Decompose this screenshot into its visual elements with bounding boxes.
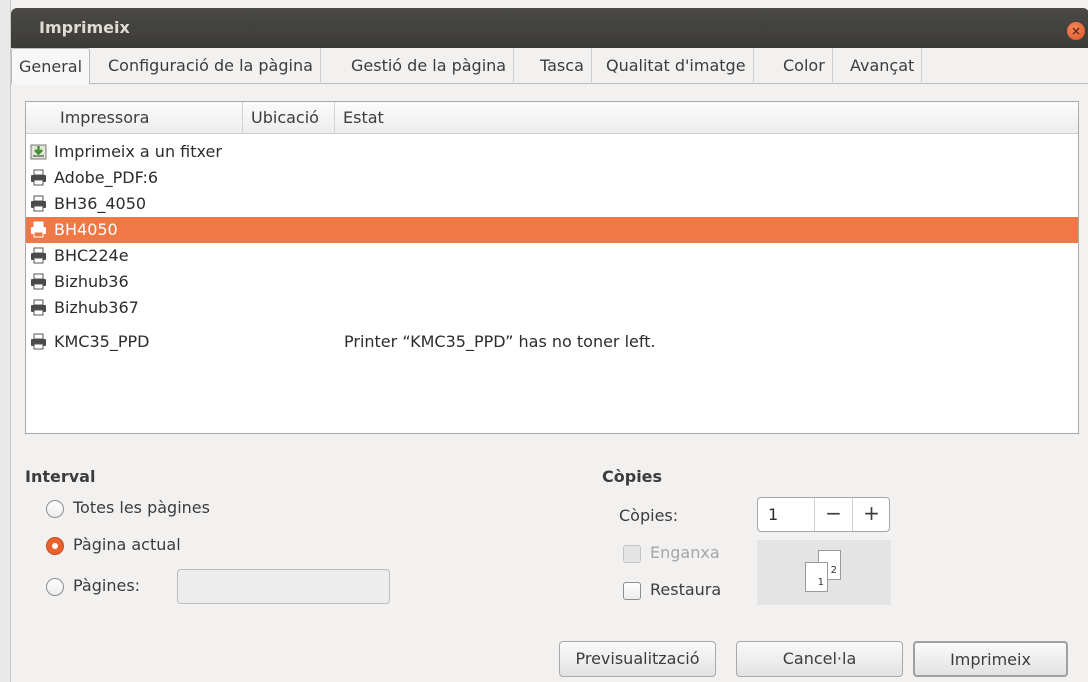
tab-image-quality[interactable]: Qualitat d'imatge	[599, 48, 754, 84]
printer-row[interactable]: KMC35_PPD Printer “KMC35_PPD” has no ton…	[26, 329, 1078, 355]
interval-title: Interval	[25, 467, 96, 486]
tab-job[interactable]: Tasca	[533, 48, 592, 84]
print-to-file-icon	[30, 144, 47, 160]
tab-general[interactable]: General	[11, 48, 91, 85]
printer-list[interactable]: Impressora Ubicació Estat Imprimeix a un…	[25, 101, 1079, 434]
tab-page-handling[interactable]: Gestió de la pàgina	[344, 48, 515, 84]
pages-input[interactable]	[177, 569, 390, 604]
title-bar: Imprimeix ×	[11, 8, 1088, 48]
reverse-label: Restaura	[650, 580, 722, 599]
printer-icon	[31, 221, 46, 238]
printer-row[interactable]: Bizhub36	[26, 269, 1078, 295]
increment-button[interactable]: +	[852, 498, 890, 531]
printer-icon	[31, 299, 46, 316]
column-location[interactable]: Ubicació	[243, 102, 335, 134]
collate-preview: 2 1	[757, 540, 891, 605]
pages-radio[interactable]	[46, 578, 64, 596]
printer-list-header: Impressora Ubicació Estat	[26, 102, 1078, 134]
printer-row[interactable]: Adobe_PDF:6	[26, 165, 1078, 191]
printer-row[interactable]: Bizhub367	[26, 295, 1078, 321]
preview-page: 1	[805, 562, 828, 592]
tab-page-setup[interactable]: Configuració de la pàgina	[101, 48, 321, 84]
copies-title: Còpies	[602, 467, 663, 486]
printer-name: BH36_4050	[54, 194, 147, 213]
printer-row-selected[interactable]: BH4050	[26, 217, 1078, 243]
printer-name: KMC35_PPD	[54, 332, 150, 351]
all-pages-label[interactable]: Totes les pàgines	[73, 498, 210, 517]
column-printer[interactable]: Impressora	[50, 102, 243, 134]
tab-advanced[interactable]: Avançat	[843, 48, 923, 84]
tab-bar: General Configuració de la pàgina Gestió…	[11, 48, 1088, 85]
printer-name: Imprimeix a un fitxer	[54, 142, 222, 161]
current-page-label[interactable]: Pàgina actual	[73, 535, 181, 554]
printer-name: BH4050	[54, 220, 118, 239]
printer-name: Adobe_PDF:6	[54, 168, 159, 187]
printer-name: BHC224e	[54, 246, 129, 265]
decrement-button[interactable]: −	[814, 498, 852, 531]
reverse-checkbox[interactable]	[623, 582, 641, 600]
collate-checkbox[interactable]	[623, 545, 641, 563]
window-title: Imprimeix	[39, 18, 130, 37]
printer-icon	[31, 195, 46, 212]
pages-label[interactable]: Pàgines:	[73, 576, 140, 595]
printer-row[interactable]: BH36_4050	[26, 191, 1078, 217]
copies-label: Còpies:	[619, 506, 679, 525]
printer-row[interactable]: BHC224e	[26, 243, 1078, 269]
printer-name: Bizhub367	[54, 298, 139, 317]
copies-stepper[interactable]: 1 − +	[757, 497, 890, 532]
current-page-radio[interactable]	[46, 537, 64, 555]
close-icon[interactable]: ×	[1067, 22, 1085, 40]
printer-icon	[31, 247, 46, 264]
all-pages-radio[interactable]	[46, 500, 64, 518]
copies-value[interactable]: 1	[768, 505, 778, 524]
printer-name: Bizhub36	[54, 272, 129, 291]
printer-icon	[31, 169, 46, 186]
print-dialog: Imprimeix × General Configuració de la p…	[10, 0, 1088, 682]
cancel-button[interactable]: Cancel·la	[736, 641, 903, 677]
printer-icon	[31, 333, 46, 350]
tab-color[interactable]: Color	[776, 48, 833, 84]
print-button[interactable]: Imprimeix	[913, 641, 1068, 677]
printer-status: Printer “KMC35_PPD” has no toner left.	[344, 332, 656, 351]
column-status[interactable]: Estat	[335, 102, 1079, 134]
preview-button[interactable]: Previsualització	[559, 641, 716, 677]
collate-label: Enganxa	[650, 543, 720, 562]
printer-icon	[31, 273, 46, 290]
printer-row[interactable]: Imprimeix a un fitxer	[26, 139, 1078, 165]
